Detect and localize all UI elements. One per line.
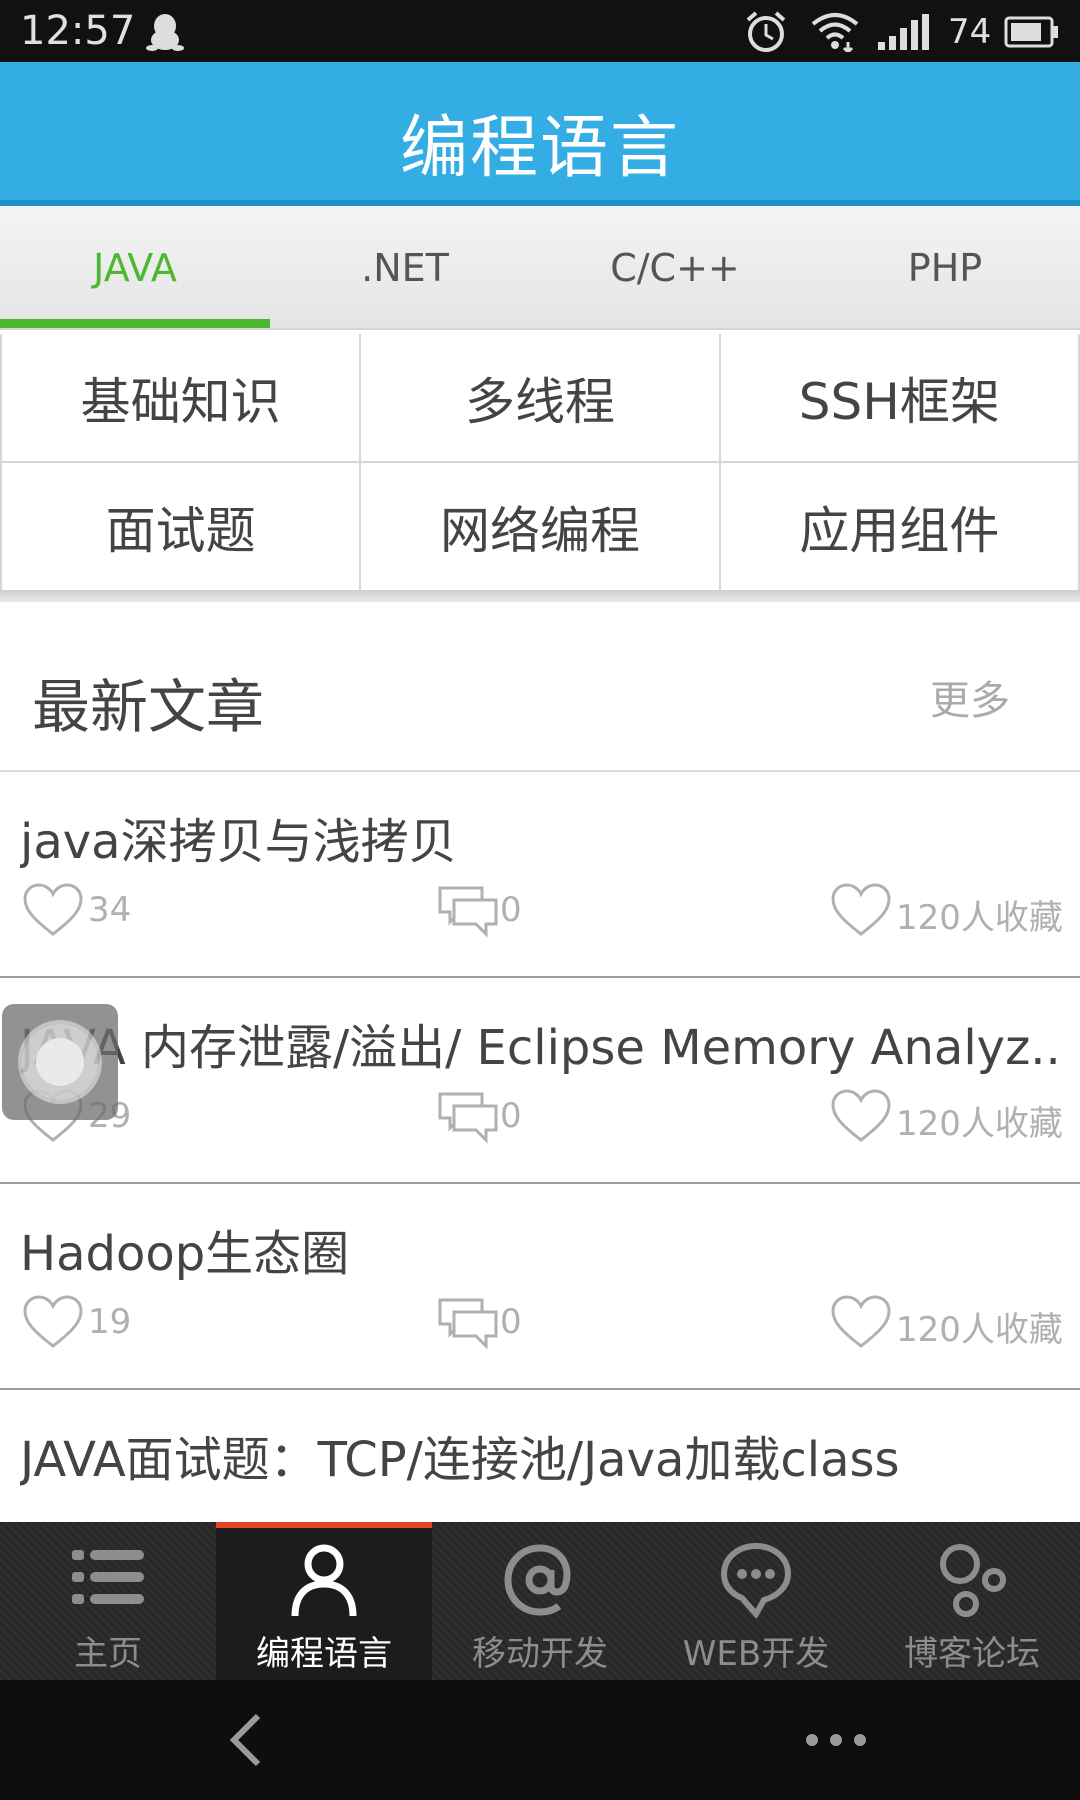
comments-count: 0	[500, 890, 522, 930]
status-time: 12:57	[20, 8, 136, 54]
nav-home-label: 主页	[74, 1634, 142, 1674]
language-tabs: JAVA .NET C/C++ PHP	[0, 206, 1080, 330]
system-navigation-bar	[0, 1680, 1080, 1800]
comment-icon	[438, 886, 498, 938]
tab-php[interactable]: PHP	[810, 206, 1080, 328]
nav-programming-languages-label: 编程语言	[256, 1634, 392, 1674]
section-divider	[0, 590, 1080, 602]
battery-level: 74	[948, 12, 992, 52]
battery-icon	[1004, 16, 1060, 52]
circles-icon	[934, 1542, 1010, 1622]
alarm-icon	[744, 10, 788, 58]
nav-programming-languages[interactable]: 编程语言	[216, 1522, 432, 1680]
at-icon	[502, 1542, 578, 1622]
category-grid: 基础知识 多线程 SSH框架 面试题 网络编程 应用组件	[0, 334, 1080, 590]
article-title[interactable]: Hadoop生态圈	[20, 1214, 1060, 1284]
more-link[interactable]: 更多	[930, 668, 1010, 726]
category-multithreading[interactable]: 多线程	[361, 334, 719, 461]
article-title[interactable]: java深拷贝与浅拷贝	[20, 802, 1060, 872]
heart-icon	[831, 883, 891, 936]
comment-icon	[438, 1298, 498, 1350]
nav-blog-forum[interactable]: 博客论坛	[864, 1522, 1080, 1680]
list-icon	[68, 1542, 148, 1616]
tab-java[interactable]: JAVA	[0, 206, 270, 328]
comments-count: 0	[500, 1096, 522, 1136]
nav-mobile-dev-label: 移动开发	[472, 1634, 608, 1674]
wifi-icon	[810, 10, 860, 56]
person-icon	[289, 1542, 359, 1622]
signal-icon	[878, 14, 932, 54]
category-app-components[interactable]: 应用组件	[720, 463, 1078, 590]
back-icon[interactable]	[226, 1710, 266, 1774]
favorites-count: 120人收藏	[896, 1104, 1063, 1144]
more-dots-icon[interactable]	[804, 1730, 868, 1754]
category-ssh-framework[interactable]: SSH框架	[720, 334, 1078, 461]
chat-bubble-icon	[720, 1542, 792, 1622]
heart-icon	[23, 883, 83, 936]
favorites-count: 120人收藏	[896, 1310, 1063, 1350]
nav-mobile-dev[interactable]: 移动开发	[432, 1522, 648, 1680]
comment-icon	[438, 1092, 498, 1144]
heart-icon	[23, 1295, 83, 1348]
heart-icon	[831, 1089, 891, 1142]
article-item[interactable]: Hadoop生态圈 19 0 120人收藏	[0, 1184, 1080, 1390]
article-title[interactable]: JAVA 内存泄露/溢出/ Eclipse Memory Analyz..	[20, 1008, 1060, 1078]
floating-assistive-button[interactable]	[2, 1004, 118, 1120]
article-item[interactable]: java深拷贝与浅拷贝 34 0 120人收藏	[0, 772, 1080, 978]
nav-web-dev[interactable]: WEB开发	[648, 1522, 864, 1680]
heart-icon	[831, 1295, 891, 1348]
tab-c-cpp[interactable]: C/C++	[540, 206, 810, 328]
title-bar: 编程语言	[0, 62, 1080, 206]
bottom-navigation: 主页 编程语言 移动开发 WEB开发 博客论坛	[0, 1522, 1080, 1680]
status-bar: 12:57 74	[0, 0, 1080, 62]
category-network-programming[interactable]: 网络编程	[361, 463, 719, 590]
nav-home[interactable]: 主页	[0, 1522, 216, 1680]
article-item[interactable]: JAVA 内存泄露/溢出/ Eclipse Memory Analyz.. 29…	[0, 978, 1080, 1184]
latest-articles-header: 最新文章	[0, 602, 1080, 772]
tab-dotnet[interactable]: .NET	[270, 206, 540, 328]
comments-count: 0	[500, 1302, 522, 1342]
favorites-count: 120人收藏	[896, 898, 1063, 938]
nav-web-dev-label: WEB开发	[682, 1634, 830, 1674]
article-title[interactable]: JAVA面试题：TCP/连接池/Java加载class	[20, 1420, 1060, 1490]
article-item[interactable]: JAVA面试题：TCP/连接池/Java加载class	[0, 1390, 1080, 1522]
likes-count: 34	[88, 890, 132, 930]
category-interview[interactable]: 面试题	[2, 463, 360, 590]
qq-penguin-icon	[146, 12, 184, 56]
category-basics[interactable]: 基础知识	[2, 334, 360, 461]
latest-articles-title: 最新文章	[32, 673, 265, 741]
page-title: 编程语言	[399, 109, 680, 188]
nav-blog-forum-label: 博客论坛	[904, 1634, 1040, 1674]
likes-count: 19	[88, 1302, 132, 1342]
